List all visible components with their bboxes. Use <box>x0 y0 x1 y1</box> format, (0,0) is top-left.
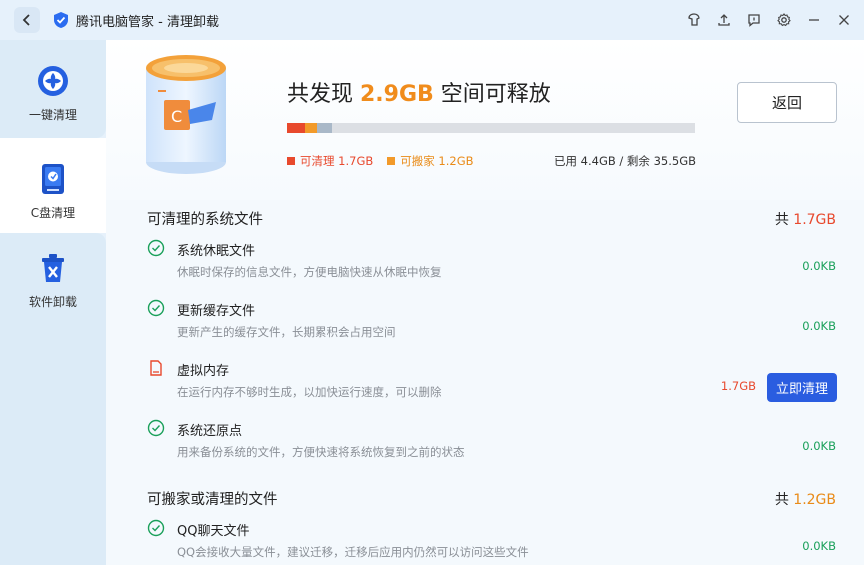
cleanable-segment <box>287 123 305 133</box>
feedback-icon[interactable] <box>742 8 766 32</box>
svg-text:C: C <box>171 107 182 126</box>
gear-icon[interactable] <box>772 8 796 32</box>
title-bar: 腾讯电脑管家 - 清理卸载 <box>0 0 864 40</box>
section-total: 共 1.2GB <box>774 492 836 508</box>
skin-icon[interactable] <box>682 8 706 32</box>
item-title: 系统休眠文件 <box>177 244 256 259</box>
check-circle-icon <box>147 239 165 257</box>
summary-header: C 共发现 2.9GB 空间可释放 可清理 1.7GB 可搬家 1.2GB 已用… <box>106 40 864 200</box>
clean-now-button[interactable]: 立即清理 <box>767 373 837 402</box>
sidebar: 一键清理 C盘清理 软件卸载 <box>0 40 106 565</box>
movable-segment <box>304 123 318 133</box>
legend-movable: 可搬家 1.2GB <box>387 153 474 169</box>
disk-cylinder-illustration: C <box>146 55 226 174</box>
item-description: 在运行内存不够时生成，以加快运行速度，可以删除 <box>177 385 442 399</box>
tencent-pc-manager-logo-icon <box>54 12 68 28</box>
one-click-clean-icon <box>38 66 68 96</box>
item-title: 系统还原点 <box>177 424 243 439</box>
item-size: 0.0KB <box>802 319 836 333</box>
memory-warning-icon <box>150 360 162 376</box>
sidebar-item-software-uninstall[interactable]: 软件卸载 <box>0 233 106 565</box>
item-size: 0.0KB <box>802 259 836 273</box>
item-size: 1.7GB <box>720 379 756 393</box>
storage-legend: 可清理 1.7GB 可搬家 1.2GB <box>287 153 474 169</box>
minimize-icon[interactable] <box>802 8 826 32</box>
chevron-left-icon <box>22 14 30 26</box>
item-size: 0.0KB <box>802 439 836 453</box>
upload-icon[interactable] <box>712 8 736 32</box>
other-used-segment <box>317 123 333 133</box>
release-headline: 共发现 2.9GB 空间可释放 <box>287 82 551 107</box>
main-panel: C 共发现 2.9GB 空间可释放 可清理 1.7GB 可搬家 1.2GB 已用… <box>106 40 864 565</box>
disk-usage-text: 已用 4.4GB / 剩余 35.5GB <box>554 154 696 168</box>
close-icon[interactable] <box>832 8 856 32</box>
check-circle-icon <box>147 419 165 437</box>
item-description: QQ会接收大量文件，建议迁移，迁移后应用内仍然可以访问这些文件 <box>177 545 529 559</box>
sidebar-item-label: C盘清理 <box>30 206 76 220</box>
sidebar-item-one-click-clean[interactable]: 一键清理 <box>0 40 106 138</box>
item-description: 用来备份系统的文件，方便快速将系统恢复到之前的状态 <box>177 445 465 459</box>
section-title: 可清理的系统文件 <box>147 212 263 228</box>
window-title: 腾讯电脑管家 - 清理卸载 <box>76 14 219 30</box>
trash-icon <box>42 254 64 282</box>
item-description: 更新产生的缓存文件，长期累积会占用空间 <box>177 325 396 339</box>
back-button[interactable] <box>14 7 40 33</box>
release-amount: 2.9GB <box>360 82 434 107</box>
check-circle-icon <box>147 299 165 317</box>
sidebar-item-label: 软件卸载 <box>28 295 77 309</box>
c-drive-clean-icon <box>42 164 64 194</box>
check-circle-icon <box>147 519 165 537</box>
section-total: 共 1.7GB <box>774 212 836 228</box>
item-title: 虚拟内存 <box>177 364 230 379</box>
sidebar-item-label: 一键清理 <box>28 108 77 122</box>
item-size: 0.0KB <box>802 539 836 553</box>
storage-usage-bar <box>287 123 695 133</box>
sidebar-item-c-drive-clean[interactable]: C盘清理 <box>0 138 106 233</box>
legend-cleanable: 可清理 1.7GB <box>287 153 373 169</box>
item-title: 更新缓存文件 <box>177 304 256 319</box>
section-title: 可搬家或清理的文件 <box>147 492 278 508</box>
return-button[interactable]: 返回 <box>737 82 837 123</box>
item-title: QQ聊天文件 <box>177 524 250 539</box>
item-description: 休眠时保存的信息文件，方便电脑快速从休眠中恢复 <box>177 265 442 279</box>
